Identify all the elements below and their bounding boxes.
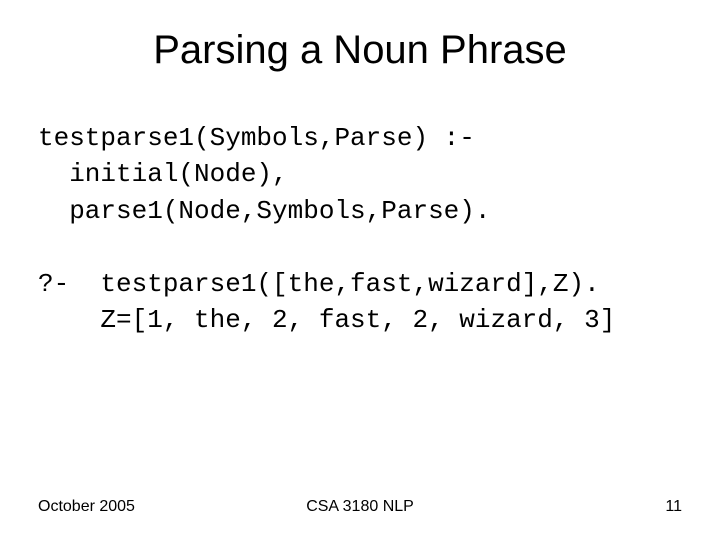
code-line-3: parse1(Node,Symbols,Parse). [38, 196, 490, 226]
slide-body: testparse1(Symbols,Parse) :- initial(Nod… [38, 120, 700, 338]
slide-title: Parsing a Noun Phrase [0, 28, 720, 73]
footer-course: CSA 3180 NLP [38, 498, 682, 516]
code-line-5: ?- testparse1([the,fast,wizard],Z). [38, 269, 600, 299]
code-line-2: initial(Node), [38, 159, 288, 189]
code-line-6: Z=[1, the, 2, fast, 2, wizard, 3] [38, 305, 615, 335]
footer-page-number: 11 [665, 498, 682, 516]
code-line-1: testparse1(Symbols,Parse) :- [38, 123, 475, 153]
slide: Parsing a Noun Phrase testparse1(Symbols… [0, 0, 720, 540]
